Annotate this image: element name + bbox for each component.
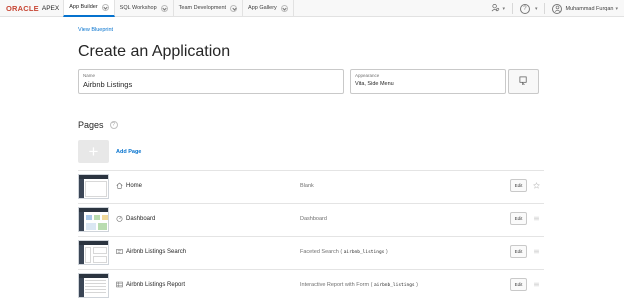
page-type: Dashboard [300, 216, 327, 222]
page-type: Interactive Report with Form ( airbnb_li… [300, 282, 418, 288]
table-code: airbnb_listings [343, 250, 385, 255]
chevron-down-icon[interactable] [230, 4, 238, 12]
tab-label: Team Development [178, 5, 227, 11]
edit-button[interactable]: Edit [510, 179, 527, 192]
search-page-icon [116, 248, 123, 255]
user-icon [552, 3, 563, 14]
page-type: Blank [300, 183, 314, 189]
edit-button[interactable]: Edit [510, 212, 527, 225]
appearance-field-value: Vita, Side Menu [355, 81, 394, 87]
page-name-text: Dashboard [126, 215, 156, 222]
help-menu-button[interactable]: ? ▾ [519, 0, 538, 17]
edit-button[interactable]: Edit [510, 278, 527, 291]
appearance-edit-icon [519, 76, 528, 87]
drag-handle-icon [533, 248, 540, 257]
tab-app-builder[interactable]: App Builder [63, 0, 115, 17]
chevron-down-icon[interactable] [101, 3, 109, 11]
page-row-home: Home Blank Edit [78, 170, 544, 203]
logo-brand: ORACLE [6, 3, 39, 13]
drag-handle[interactable] [532, 281, 540, 289]
name-field[interactable]: Name Airbnb Listings [78, 69, 344, 94]
help-icon[interactable]: ? [109, 121, 118, 129]
chevron-down-icon: ▾ [615, 5, 618, 12]
star-icon [532, 181, 540, 191]
drag-handle[interactable] [532, 248, 540, 256]
page-title: Create an Application [78, 43, 231, 60]
user-name: Muhammad Furqan [565, 5, 614, 12]
page-name-text: Home [126, 182, 143, 189]
chevron-down-icon: ▾ [534, 5, 538, 12]
view-blueprint-link[interactable]: View Blueprint [78, 27, 113, 33]
divider [544, 3, 546, 14]
tab-app-gallery[interactable]: App Gallery [243, 0, 294, 17]
main-nav-tabs: App Builder SQL Workshop Team Developmen… [63, 0, 294, 17]
home-icon [116, 182, 123, 189]
search-people-button[interactable]: ▾ [491, 0, 505, 17]
logo-product: APEX [41, 4, 60, 12]
page-thumbnail [78, 240, 109, 265]
page-row-dashboard: Dashboard Dashboard Edit [78, 203, 544, 236]
page-row-listings-report: Airbnb Listings Report Interactive Repor… [78, 269, 544, 301]
name-field-label: Name [83, 73, 96, 78]
set-appearance-button[interactable] [508, 69, 539, 94]
tab-team-development[interactable]: Team Development [174, 0, 244, 17]
page-name: Airbnb Listings Report [116, 281, 185, 288]
page-name-text: Airbnb Listings Report [126, 281, 186, 288]
chevron-down-icon: ▾ [502, 5, 505, 12]
page-type: Faceted Search ( airbnb_listings ) [300, 249, 388, 255]
pages-heading-text: Pages [78, 120, 104, 130]
oracle-apex-logo[interactable]: ORACLE APEX [0, 0, 59, 17]
nav-right-actions: ▾ ? ▾ Muhammad Furqan ▾ [491, 0, 618, 17]
page-thumbnail [78, 273, 109, 298]
set-home-button[interactable] [532, 181, 540, 191]
search-people-icon [491, 3, 500, 14]
page-thumbnail [78, 174, 109, 199]
tab-sql-workshop[interactable]: SQL Workshop [115, 0, 174, 17]
appearance-field-label: Appearance [355, 73, 380, 78]
user-menu-button[interactable]: Muhammad Furqan ▾ [552, 0, 618, 17]
page-name-text: Airbnb Listings Search [126, 248, 187, 255]
add-page-link[interactable]: Add Page [116, 149, 141, 155]
drag-handle-icon [533, 281, 540, 290]
pages-heading: Pages ? [78, 120, 118, 130]
chevron-down-icon[interactable] [280, 4, 288, 12]
tab-label: App Gallery [248, 5, 277, 11]
dashboard-icon [116, 215, 123, 222]
add-page-button[interactable]: + [78, 140, 109, 163]
page-thumbnail [78, 207, 109, 232]
tab-label: SQL Workshop [119, 5, 157, 11]
page-row-listings-search: Airbnb Listings Search Faceted Search ( … [78, 236, 544, 269]
page-name: Airbnb Listings Search [116, 248, 186, 255]
name-field-value[interactable]: Airbnb Listings [83, 80, 132, 89]
tab-label: App Builder [69, 4, 98, 10]
report-icon [116, 281, 123, 288]
drag-handle[interactable] [532, 215, 540, 223]
plus-icon: + [88, 142, 99, 161]
divider [511, 3, 513, 14]
help-icon: ? [519, 3, 530, 14]
appearance-field[interactable]: Appearance Vita, Side Menu [350, 69, 506, 94]
edit-button[interactable]: Edit [510, 245, 527, 258]
top-navigation-bar: ORACLE APEX App Builder SQL Workshop Tea… [0, 0, 624, 17]
chevron-down-icon[interactable] [160, 4, 168, 12]
table-code: airbnb_listings [373, 283, 415, 288]
page-name: Home [116, 182, 142, 189]
page-name: Dashboard [116, 215, 155, 222]
drag-handle-icon [533, 215, 540, 224]
